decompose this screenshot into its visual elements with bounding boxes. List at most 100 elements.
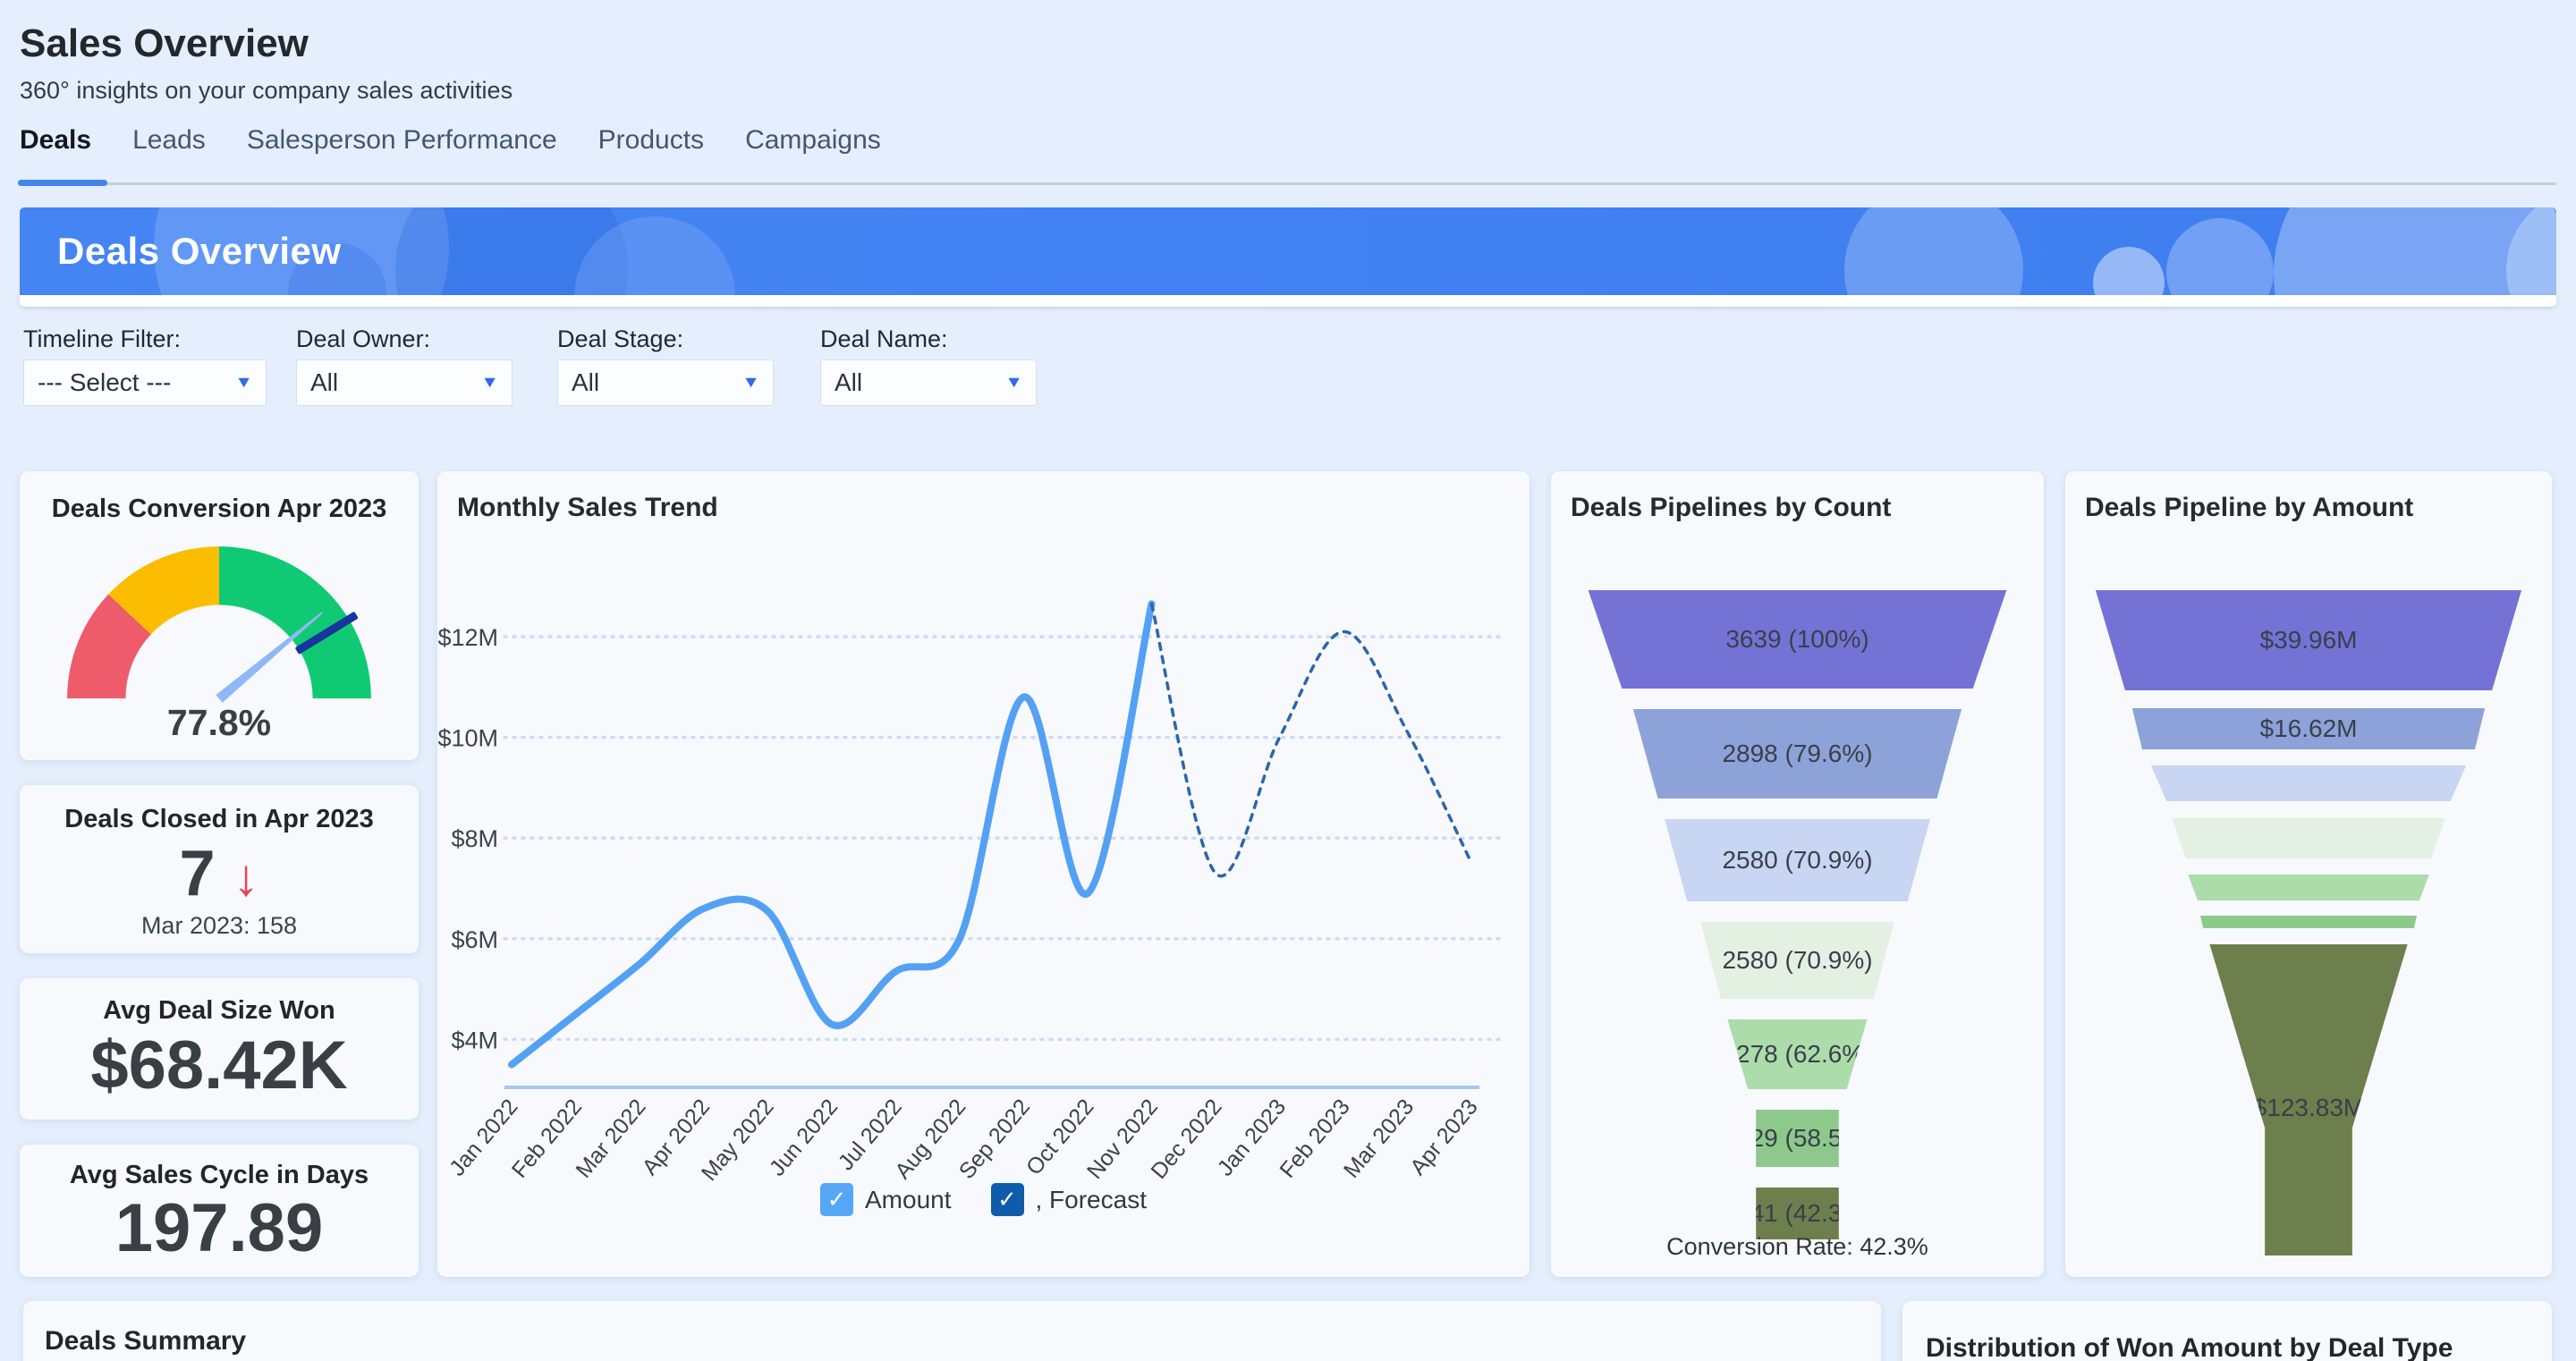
y-axis-tick-label: $10M bbox=[437, 725, 498, 752]
avg-sales-cycle-title: Avg Sales Cycle in Days bbox=[20, 1161, 419, 1190]
avg-deal-size-title: Avg Deal Size Won bbox=[20, 996, 419, 1026]
banner-bubble bbox=[2093, 247, 2165, 295]
deals-closed-number: 7 bbox=[179, 838, 215, 909]
funnel-stage-4[interactable]: 2580 (70.9%) bbox=[1572, 922, 2022, 999]
banner-bubble bbox=[2166, 218, 2274, 295]
x-axis-tick-label: Apr 2023 bbox=[1405, 1095, 1483, 1180]
page-subtitle: 360° insights on your company sales acti… bbox=[20, 77, 513, 105]
deals-closed-card: Deals Closed in Apr 2023 7 ↓ Mar 2023: 1… bbox=[20, 785, 419, 953]
funnel-stage-7[interactable]: 1541 (42.3%) bbox=[1572, 1188, 2022, 1239]
tab-bar: Deals Leads Salesperson Performance Prod… bbox=[20, 125, 881, 175]
deals-pipelines-by-count-funnel: 3639 (100%) 2898 (79.6%) 2580 (70.9%) 2580 … bbox=[1572, 471, 2022, 1277]
deal-name-select[interactable]: All ▼ bbox=[820, 359, 1037, 406]
y-axis-tick-label: $12M bbox=[437, 624, 498, 651]
tab-campaigns[interactable]: Campaigns bbox=[745, 125, 881, 175]
timeline-filter-label: Timeline Filter: bbox=[23, 325, 181, 353]
chevron-down-icon: ▼ bbox=[480, 374, 499, 392]
deal-owner-value: All bbox=[310, 368, 338, 397]
deals-conversion-card: Deals Conversion Apr 2023 77.8% bbox=[20, 471, 419, 760]
deals-pipeline-by-amount-card: Deals Pipeline by Amount $39.96M$16.62M$… bbox=[2065, 471, 2552, 1277]
funnel-stage-2[interactable]: 2898 (79.6%) bbox=[1572, 709, 2022, 799]
avg-deal-size-value: $68.42K bbox=[20, 1027, 419, 1104]
deals-overview-banner: Deals Overview bbox=[20, 207, 2556, 295]
deals-summary-card: Deals Summary bbox=[23, 1301, 1881, 1361]
tab-products[interactable]: Products bbox=[598, 125, 704, 175]
deal-name-value: All bbox=[835, 368, 862, 397]
funnel-stage-3[interactable]: 2580 (70.9%) bbox=[1572, 819, 2022, 901]
funnel-stage-6[interactable] bbox=[2087, 916, 2530, 928]
tab-divider bbox=[20, 182, 2556, 185]
forecast-line bbox=[1152, 604, 1472, 875]
deals-closed-value: 7 ↓ bbox=[20, 837, 419, 910]
funnel-stage-label: $39.96M bbox=[2260, 626, 2358, 655]
funnel-stage-3[interactable] bbox=[2087, 765, 2530, 801]
page-title: Sales Overview bbox=[20, 21, 309, 66]
deals-closed-comparison: Mar 2023: 158 bbox=[20, 912, 419, 940]
chevron-down-icon: ▼ bbox=[741, 374, 760, 392]
y-axis-tick-label: $6M bbox=[451, 926, 498, 953]
forecast-legend-label: , Forecast bbox=[1036, 1186, 1147, 1214]
chart-legend: ✓ Amount ✓ , Forecast bbox=[437, 1183, 1530, 1216]
chevron-down-icon: ▼ bbox=[1004, 374, 1023, 392]
avg-sales-cycle-value: 197.89 bbox=[20, 1189, 419, 1267]
legend-item-amount[interactable]: ✓ Amount bbox=[820, 1183, 952, 1216]
tab-deals[interactable]: Deals bbox=[20, 125, 91, 175]
amount-legend-label: Amount bbox=[865, 1186, 952, 1214]
deals-conversion-title: Deals Conversion Apr 2023 bbox=[20, 495, 419, 524]
x-axis-tick-label: Jun 2022 bbox=[765, 1095, 843, 1181]
funnel-stage-1[interactable]: $39.96M bbox=[2087, 590, 2530, 690]
distribution-won-amount-card: Distribution of Won Amount by Deal Type bbox=[1902, 1301, 2552, 1361]
funnel-stage-label: 2580 (70.9%) bbox=[1722, 846, 1872, 875]
active-tab-underline bbox=[18, 180, 107, 186]
deals-closed-title: Deals Closed in Apr 2023 bbox=[20, 805, 419, 834]
funnel-stage-2[interactable]: $16.62M bbox=[2087, 708, 2530, 749]
timeline-filter-value: --- Select --- bbox=[38, 368, 171, 397]
funnel-stage-5[interactable] bbox=[2087, 875, 2530, 900]
funnel-stage-label: $16.62M bbox=[2260, 714, 2358, 743]
funnel-stage-label: 1541 (42.3%) bbox=[1722, 1199, 1872, 1228]
forecast-checkbox[interactable]: ✓ bbox=[991, 1183, 1024, 1216]
gauge-arc bbox=[67, 546, 371, 698]
funnel-stage-label: 2278 (62.6%) bbox=[1722, 1040, 1872, 1069]
amount-checkbox[interactable]: ✓ bbox=[820, 1183, 853, 1216]
funnel-stage-label: 2580 (70.9%) bbox=[1722, 946, 1872, 975]
monthly-sales-trend-chart: $4M$6M$8M$10M$12MJan 2022Feb 2022Mar 202… bbox=[437, 471, 1530, 1277]
deals-pipelines-by-count-card: Deals Pipelines by Count 3639 (100%)2898… bbox=[1551, 471, 2044, 1277]
funnel-stage-label: 2898 (79.6%) bbox=[1722, 740, 1872, 768]
banner-bottom-strip bbox=[20, 295, 2556, 307]
trend-down-arrow-icon: ↓ bbox=[233, 849, 259, 907]
avg-deal-size-card: Avg Deal Size Won $68.42K bbox=[20, 978, 419, 1120]
funnel-stage-1[interactable]: 3639 (100%) bbox=[1572, 590, 2022, 689]
monthly-sales-trend-card: Monthly Sales Trend $4M$6M$8M$10M$12MJan… bbox=[437, 471, 1530, 1277]
distribution-won-amount-title: Distribution of Won Amount by Deal Type bbox=[1926, 1333, 2453, 1361]
deal-stage-label: Deal Stage: bbox=[557, 325, 683, 353]
funnel-stage-label: 3639 (100%) bbox=[1725, 625, 1868, 654]
y-axis-tick-label: $8M bbox=[451, 825, 498, 852]
tab-salesperson-performance[interactable]: Salesperson Performance bbox=[247, 125, 557, 175]
funnel-stage-4[interactable] bbox=[2087, 818, 2530, 858]
banner-bubble bbox=[1844, 207, 2023, 295]
chevron-down-icon: ▼ bbox=[234, 374, 253, 392]
y-axis-tick-label: $4M bbox=[451, 1027, 498, 1053]
deal-name-label: Deal Name: bbox=[820, 325, 948, 353]
conversion-gauge bbox=[67, 546, 371, 698]
tab-leads[interactable]: Leads bbox=[132, 125, 206, 175]
amount-line bbox=[512, 604, 1152, 1064]
deal-owner-label: Deal Owner: bbox=[296, 325, 430, 353]
deals-pipeline-by-amount-funnel: $39.96M $16.62M $123.83M bbox=[2087, 471, 2530, 1277]
deal-stage-select[interactable]: All ▼ bbox=[557, 359, 774, 406]
funnel-stage-6[interactable]: 2129 (58.5%) bbox=[1572, 1110, 2022, 1167]
avg-sales-cycle-card: Avg Sales Cycle in Days 197.89 bbox=[20, 1145, 419, 1277]
legend-item-forecast[interactable]: ✓ , Forecast bbox=[991, 1183, 1147, 1216]
funnel-stage-label: $123.83M bbox=[2087, 1094, 2530, 1122]
deals-summary-title: Deals Summary bbox=[45, 1326, 246, 1357]
funnel-stage-7[interactable]: $123.83M bbox=[2087, 944, 2530, 1255]
funnel-stage-label: 2129 (58.5%) bbox=[1722, 1124, 1872, 1153]
deal-stage-value: All bbox=[572, 368, 599, 397]
conversion-rate-footer: Conversion Rate: 42.3% bbox=[1551, 1233, 2044, 1261]
funnel-stage-5[interactable]: 2278 (62.6%) bbox=[1572, 1019, 2022, 1089]
deal-owner-select[interactable]: All ▼ bbox=[296, 359, 513, 406]
banner-title: Deals Overview bbox=[57, 230, 342, 273]
timeline-filter-select[interactable]: --- Select --- ▼ bbox=[23, 359, 267, 406]
conversion-value: 77.8% bbox=[20, 702, 419, 744]
